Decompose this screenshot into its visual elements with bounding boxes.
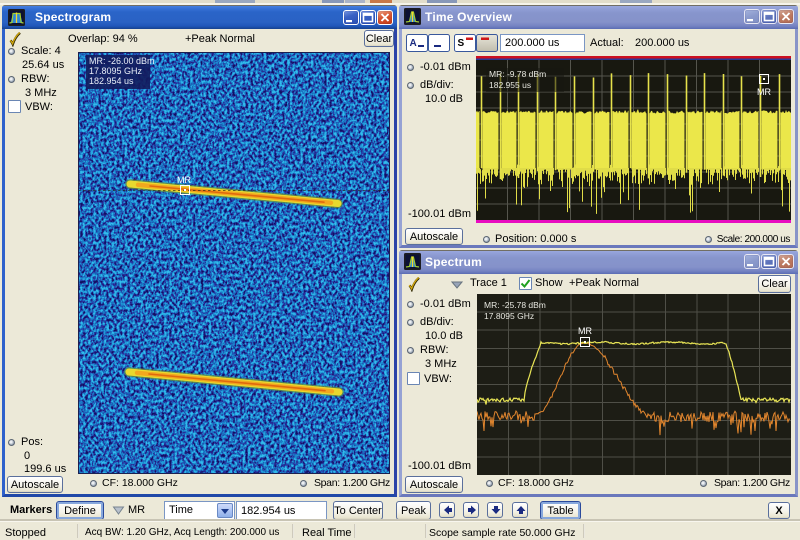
svg-text:182.954 us: 182.954 us (89, 76, 134, 86)
svg-text:MR: -25.78 dBm: MR: -25.78 dBm (484, 300, 546, 310)
svg-text:17.8095 GHz: 17.8095 GHz (484, 311, 534, 321)
svg-text:182.955 us: 182.955 us (489, 80, 531, 90)
svg-text:S: S (458, 38, 465, 49)
svg-text:MR: MR (177, 175, 191, 185)
svg-text:17.8095 GHz: 17.8095 GHz (89, 66, 143, 76)
svg-text:MR: MR (578, 326, 592, 336)
svg-text:MR: -9.78 dBm: MR: -9.78 dBm (489, 69, 546, 79)
svg-text:MR: MR (757, 87, 771, 97)
svg-text:MR: -26.00 dBm: MR: -26.00 dBm (89, 56, 155, 66)
svg-text:A: A (410, 38, 417, 49)
